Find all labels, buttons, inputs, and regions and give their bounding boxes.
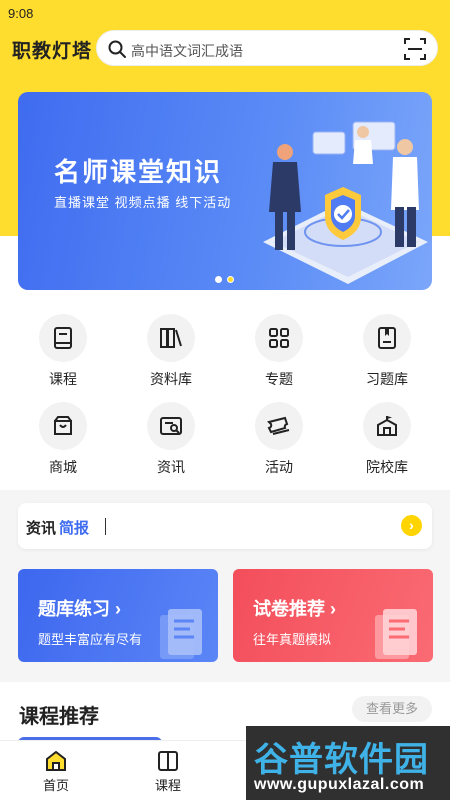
card-title: 题库练习 › (38, 599, 121, 619)
status-time: 9:08 (8, 6, 34, 21)
grid-item-exercise[interactable]: 习题库 (342, 314, 432, 389)
card-title: 试卷推荐 › (253, 599, 336, 619)
exam-paper-card[interactable]: 试卷推荐 › 往年真题模拟 (233, 569, 433, 662)
watermark: 谷普软件园 www.gupuxlazal.com (246, 726, 450, 800)
grid-label: 资料库 (150, 371, 192, 387)
ticket-icon (255, 402, 303, 450)
exercise-icon (363, 314, 411, 362)
document-icon (160, 609, 202, 659)
scan-icon[interactable] (403, 37, 427, 61)
question-bank-card[interactable]: 题库练习 › 题型丰富应有尽有 (18, 569, 218, 662)
search-icon (108, 40, 126, 58)
grid-item-activity[interactable]: 活动 (234, 402, 324, 477)
card-subtitle: 题型丰富应有尽有 (38, 632, 143, 647)
pagination-dot-active[interactable] (227, 276, 234, 283)
home-icon (46, 750, 66, 771)
paper-icon (375, 609, 417, 659)
grid-label: 资讯 (157, 459, 185, 475)
grid-label: 活动 (265, 459, 293, 475)
chevron-right-icon[interactable]: › (401, 515, 422, 536)
book-icon (39, 314, 87, 362)
banner-title: 名师课堂知识 (54, 157, 223, 187)
grid-item-library[interactable]: 资料库 (126, 314, 216, 389)
grid-label: 院校库 (366, 459, 408, 475)
banner[interactable]: 名师课堂知识 直播课堂 视频点播 线下活动 (18, 92, 432, 290)
books-icon (147, 314, 195, 362)
grid-item-news[interactable]: 资讯 (126, 402, 216, 477)
grid-item-mall[interactable]: 商城 (18, 402, 108, 477)
grid-item-school[interactable]: 院校库 (342, 402, 432, 477)
card-subtitle: 往年真题模拟 (253, 632, 332, 647)
tab-label: 首页 (42, 778, 69, 793)
grid-label: 商城 (49, 459, 77, 475)
news-icon (147, 402, 195, 450)
tab-home[interactable]: 首页 (0, 741, 112, 800)
news-label-accent: 简报 (59, 520, 90, 537)
pagination-dot[interactable] (215, 276, 222, 283)
search-placeholder: 高中语文词汇成语 (131, 43, 243, 59)
grid-label: 课程 (49, 371, 77, 387)
news-label-primary: 资讯 (26, 520, 57, 537)
grid-item-topic[interactable]: 专题 (234, 314, 324, 389)
course-icon (158, 751, 178, 771)
text-cursor (105, 518, 106, 535)
school-icon (363, 402, 411, 450)
tab-course[interactable]: 课程 (112, 741, 224, 800)
bag-icon (39, 402, 87, 450)
view-more-button[interactable]: 查看更多 (352, 696, 432, 722)
grid-label: 专题 (265, 371, 293, 387)
banner-pagination[interactable] (215, 270, 239, 288)
watermark-title: 谷普软件园 (254, 741, 429, 779)
banner-illustration (263, 121, 428, 284)
grid-icon (255, 314, 303, 362)
tab-label: 课程 (154, 778, 181, 793)
news-bar[interactable]: 资讯 简报 › (18, 503, 432, 549)
app-title: 职教灯塔 (12, 41, 93, 62)
status-bar: 9:08 (0, 0, 450, 26)
watermark-url: www.gupuxlazal.com (254, 776, 425, 793)
section-title: 课程推荐 (19, 706, 99, 728)
grid-item-course[interactable]: 课程 (18, 314, 108, 389)
grid-label: 习题库 (366, 371, 408, 387)
banner-subtitle: 直播课堂 视频点播 线下活动 (54, 195, 232, 210)
search-input[interactable]: 高中语文词汇成语 (96, 30, 438, 66)
